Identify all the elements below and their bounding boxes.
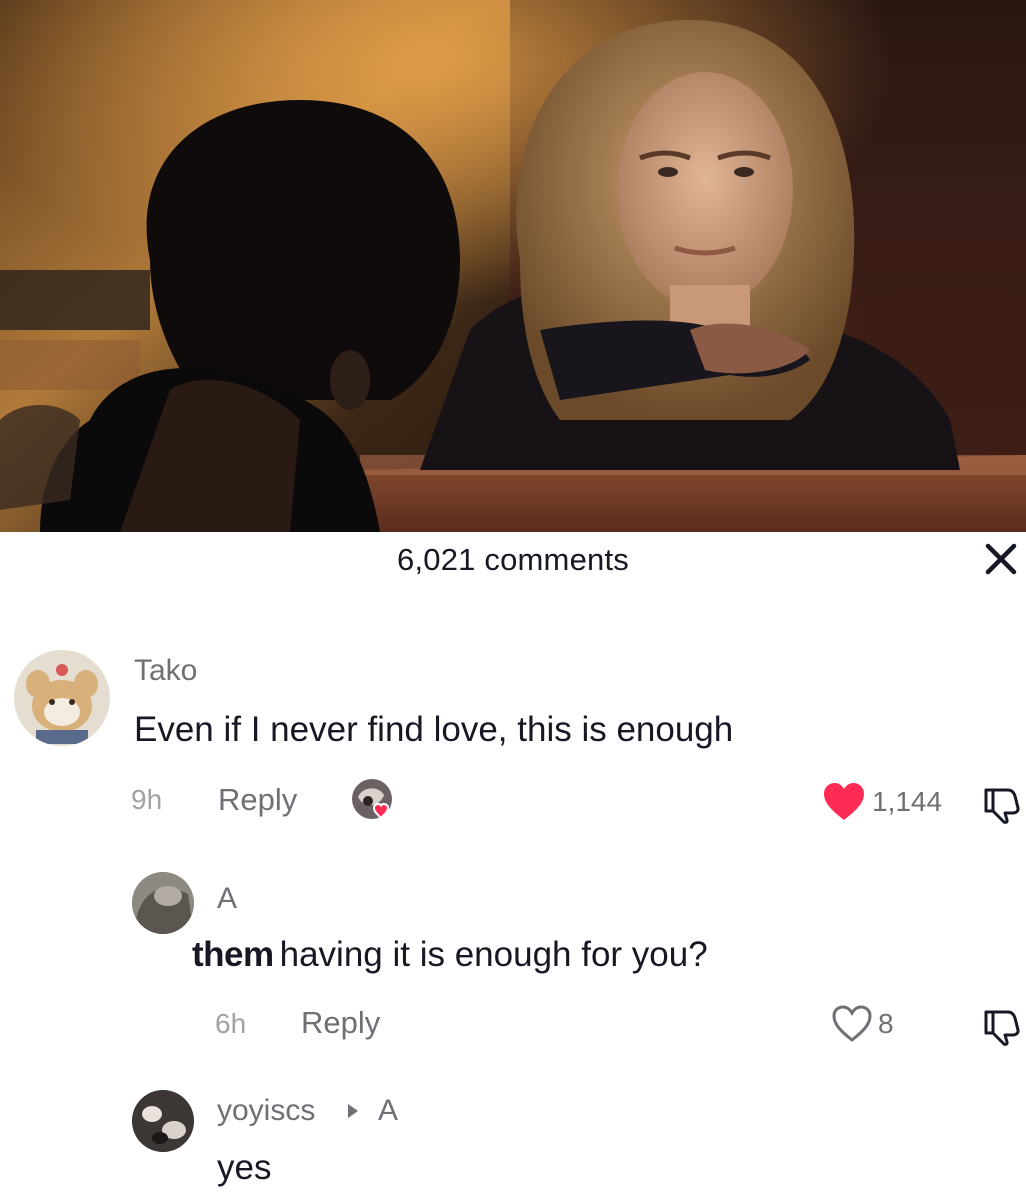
creator-avatar-icon bbox=[352, 779, 392, 820]
reply-button[interactable]: Reply bbox=[218, 782, 297, 818]
avatar[interactable] bbox=[14, 650, 110, 746]
reply-to-username[interactable]: A bbox=[378, 1094, 398, 1128]
comment-text-body: having it is enough for you? bbox=[279, 935, 708, 974]
thumbs-down-icon bbox=[984, 1010, 1020, 1046]
video-frame[interactable] bbox=[0, 0, 1026, 532]
comment-time: 9h bbox=[131, 784, 163, 815]
comment-username[interactable]: yoyiscs bbox=[217, 1094, 315, 1128]
heart-outline-icon bbox=[832, 1005, 872, 1042]
avatar[interactable] bbox=[132, 1090, 194, 1152]
like-count: 1,144 bbox=[872, 786, 943, 817]
comment-text: them having it is enough for you? bbox=[192, 935, 708, 975]
thumbs-down-icon bbox=[984, 788, 1020, 824]
reply-button[interactable]: Reply bbox=[301, 1005, 380, 1041]
comment-text-emphasis: them bbox=[192, 935, 274, 974]
like-button[interactable] bbox=[830, 1004, 874, 1044]
comment-time: 6h bbox=[215, 1008, 247, 1039]
dislike-button[interactable] bbox=[982, 784, 1026, 824]
comment-username[interactable]: A bbox=[217, 882, 237, 916]
comment-username[interactable]: Tako bbox=[134, 654, 197, 688]
reply-arrow-icon bbox=[348, 1104, 358, 1118]
like-count: 8 bbox=[878, 1008, 894, 1039]
video-still bbox=[0, 0, 1026, 532]
dislike-button[interactable] bbox=[982, 1006, 1026, 1046]
comment-text: yes bbox=[217, 1148, 272, 1187]
heart-filled-icon bbox=[824, 783, 864, 820]
comment-count: 6,021 comments bbox=[397, 542, 629, 577]
comments-sheet: 6,021 comments Tako Even if I never find… bbox=[0, 532, 1026, 1200]
close-icon bbox=[985, 543, 1017, 575]
creator-liked-badge bbox=[350, 777, 398, 825]
avatar[interactable] bbox=[132, 872, 194, 934]
close-button[interactable] bbox=[980, 538, 1022, 580]
comments-header: 6,021 comments bbox=[0, 532, 1026, 588]
comment-text: Even if I never find love, this is enoug… bbox=[134, 710, 734, 749]
like-button[interactable] bbox=[822, 782, 866, 822]
